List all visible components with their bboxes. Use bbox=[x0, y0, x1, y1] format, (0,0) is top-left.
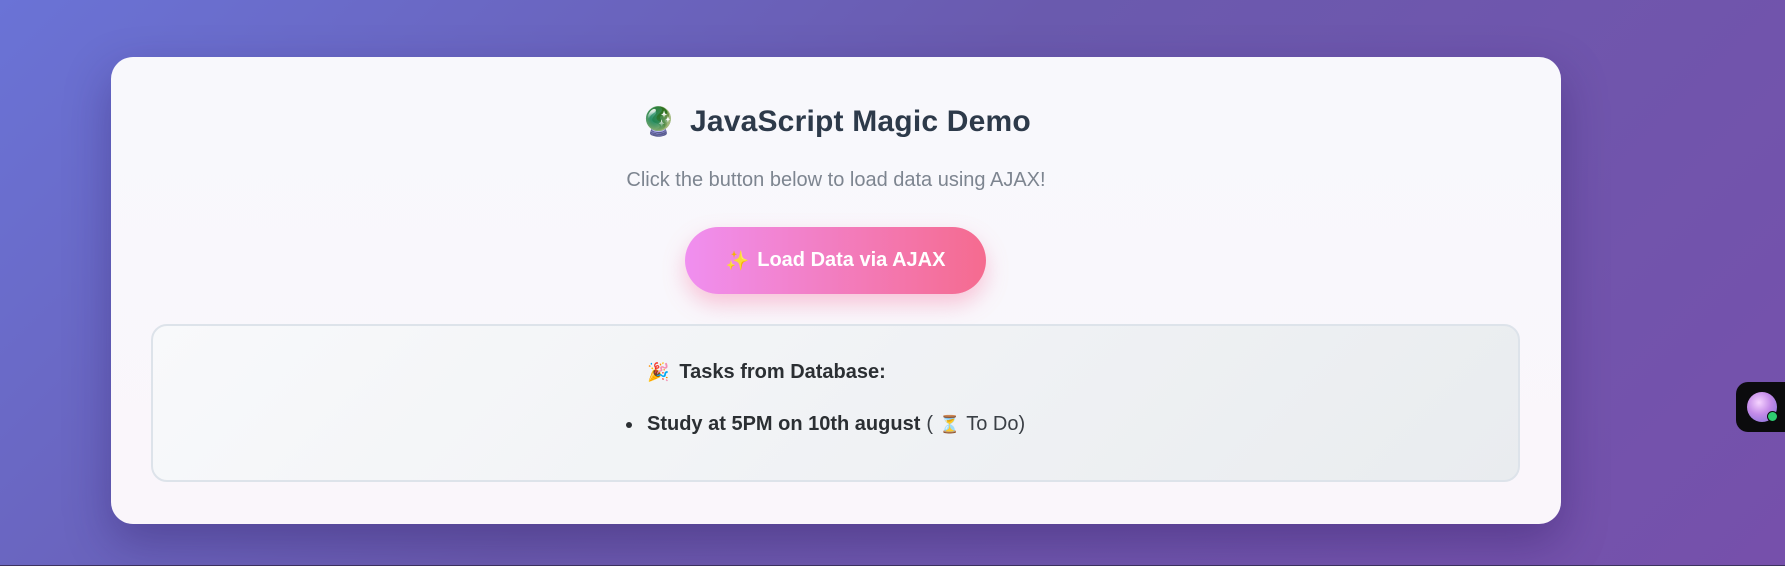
list-item: Study at 5PM on 10th august ( ⏳ To Do) bbox=[626, 413, 1025, 436]
results-heading-text: Tasks from Database: bbox=[679, 361, 886, 383]
load-data-button-label: Load Data via AJAX bbox=[757, 249, 946, 271]
online-status-dot bbox=[1767, 411, 1778, 422]
load-data-button[interactable]: ✨ Load Data via AJAX bbox=[685, 227, 986, 294]
task-status: ( ⏳ To Do) bbox=[926, 413, 1025, 436]
assistant-avatar-icon bbox=[1747, 392, 1778, 422]
task-status-text: To Do) bbox=[966, 413, 1026, 435]
results-panel: 🎉 Tasks from Database: Study at 5PM on 1… bbox=[151, 324, 1520, 482]
main-card: 🔮 JavaScript Magic Demo Click the button… bbox=[111, 57, 1561, 524]
assistant-widget-button[interactable] bbox=[1736, 382, 1785, 432]
bullet-icon bbox=[626, 421, 632, 428]
sparkles-icon: ✨ bbox=[725, 250, 750, 272]
crystal-ball-icon: 🔮 bbox=[641, 105, 676, 138]
task-title: Study at 5PM on 10th august bbox=[647, 413, 921, 435]
party-popper-icon: 🎉 bbox=[647, 362, 670, 383]
task-list: Study at 5PM on 10th august ( ⏳ To Do) bbox=[626, 413, 1025, 436]
page-subtitle: Click the button below to load data usin… bbox=[626, 169, 1046, 191]
results-heading: 🎉 Tasks from Database: bbox=[647, 361, 886, 384]
task-status-prefix: ( bbox=[926, 413, 934, 435]
page-title: JavaScript Magic Demo bbox=[689, 105, 1031, 138]
hourglass-icon: ⏳ bbox=[939, 414, 961, 435]
page-header: 🔮 JavaScript Magic Demo bbox=[111, 105, 1561, 139]
